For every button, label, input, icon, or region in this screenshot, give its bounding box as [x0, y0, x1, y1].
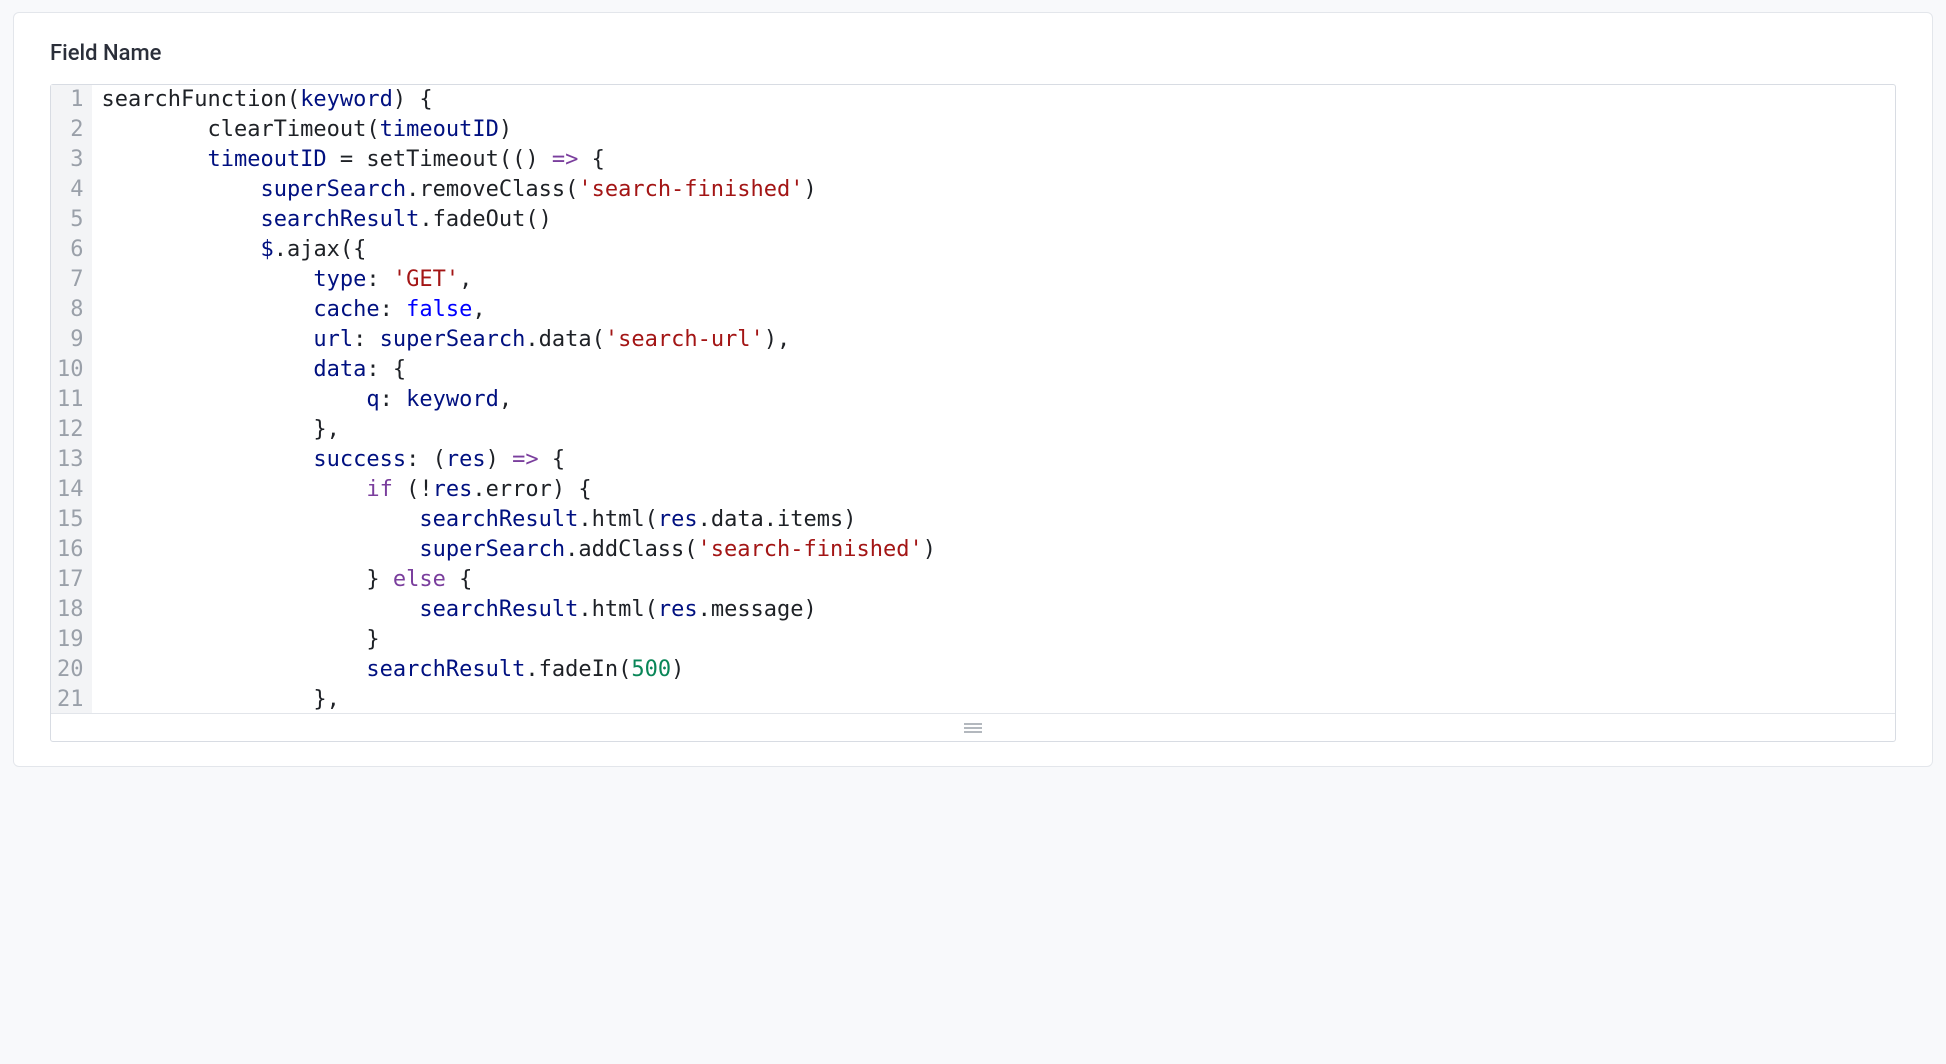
code-line[interactable]: 8 cache: false, — [51, 295, 1895, 325]
code-content[interactable]: searchResult.fadeOut() — [92, 205, 1896, 235]
code-line[interactable]: 5 searchResult.fadeOut() — [51, 205, 1895, 235]
line-number: 20 — [51, 655, 92, 685]
code-editor[interactable]: 1searchFunction(keyword) {2 clearTimeout… — [50, 84, 1896, 742]
code-line[interactable]: 20 searchResult.fadeIn(500) — [51, 655, 1895, 685]
code-line[interactable]: 9 url: superSearch.data('search-url'), — [51, 325, 1895, 355]
line-number: 16 — [51, 535, 92, 565]
line-number: 11 — [51, 385, 92, 415]
resize-handle[interactable] — [51, 713, 1895, 741]
code-table: 1searchFunction(keyword) {2 clearTimeout… — [51, 85, 1895, 713]
line-number: 7 — [51, 265, 92, 295]
code-line[interactable]: 19 } — [51, 625, 1895, 655]
code-content[interactable]: searchFunction(keyword) { — [92, 85, 1896, 115]
line-number: 2 — [51, 115, 92, 145]
code-line[interactable]: 18 searchResult.html(res.message) — [51, 595, 1895, 625]
code-content[interactable]: $.ajax({ — [92, 235, 1896, 265]
line-number: 1 — [51, 85, 92, 115]
code-content[interactable]: data: { — [92, 355, 1896, 385]
code-content[interactable]: } — [92, 625, 1896, 655]
code-content[interactable]: searchResult.fadeIn(500) — [92, 655, 1896, 685]
line-number: 4 — [51, 175, 92, 205]
code-line[interactable]: 11 q: keyword, — [51, 385, 1895, 415]
code-line[interactable]: 1searchFunction(keyword) { — [51, 85, 1895, 115]
line-number: 15 — [51, 505, 92, 535]
line-number: 18 — [51, 595, 92, 625]
line-number: 19 — [51, 625, 92, 655]
code-line[interactable]: 4 superSearch.removeClass('search-finish… — [51, 175, 1895, 205]
code-content[interactable]: cache: false, — [92, 295, 1896, 325]
code-content[interactable]: type: 'GET', — [92, 265, 1896, 295]
line-number: 13 — [51, 445, 92, 475]
code-content[interactable]: }, — [92, 685, 1896, 713]
line-number: 8 — [51, 295, 92, 325]
code-line[interactable]: 10 data: { — [51, 355, 1895, 385]
line-number: 17 — [51, 565, 92, 595]
code-content[interactable]: superSearch.addClass('search-finished') — [92, 535, 1896, 565]
code-line[interactable]: 21 }, — [51, 685, 1895, 713]
code-line[interactable]: 7 type: 'GET', — [51, 265, 1895, 295]
code-content[interactable]: searchResult.html(res.data.items) — [92, 505, 1896, 535]
code-content[interactable]: }, — [92, 415, 1896, 445]
code-content[interactable]: superSearch.removeClass('search-finished… — [92, 175, 1896, 205]
code-line[interactable]: 6 $.ajax({ — [51, 235, 1895, 265]
code-line[interactable]: 15 searchResult.html(res.data.items) — [51, 505, 1895, 535]
code-editor-scroll[interactable]: 1searchFunction(keyword) {2 clearTimeout… — [51, 85, 1895, 713]
code-line[interactable]: 14 if (!res.error) { — [51, 475, 1895, 505]
code-content[interactable]: clearTimeout(timeoutID) — [92, 115, 1896, 145]
line-number: 9 — [51, 325, 92, 355]
code-content[interactable]: if (!res.error) { — [92, 475, 1896, 505]
code-content[interactable]: } else { — [92, 565, 1896, 595]
line-number: 10 — [51, 355, 92, 385]
line-number: 5 — [51, 205, 92, 235]
line-number: 6 — [51, 235, 92, 265]
drag-icon — [964, 723, 982, 733]
line-number: 3 — [51, 145, 92, 175]
code-content[interactable]: url: superSearch.data('search-url'), — [92, 325, 1896, 355]
code-line[interactable]: 12 }, — [51, 415, 1895, 445]
form-card: Field Name 1searchFunction(keyword) {2 c… — [13, 12, 1933, 767]
code-content[interactable]: q: keyword, — [92, 385, 1896, 415]
line-number: 14 — [51, 475, 92, 505]
code-line[interactable]: 13 success: (res) => { — [51, 445, 1895, 475]
field-label: Field Name — [50, 41, 1896, 66]
code-content[interactable]: searchResult.html(res.message) — [92, 595, 1896, 625]
code-content[interactable]: success: (res) => { — [92, 445, 1896, 475]
line-number: 12 — [51, 415, 92, 445]
code-content[interactable]: timeoutID = setTimeout(() => { — [92, 145, 1896, 175]
code-line[interactable]: 2 clearTimeout(timeoutID) — [51, 115, 1895, 145]
code-line[interactable]: 3 timeoutID = setTimeout(() => { — [51, 145, 1895, 175]
line-number: 21 — [51, 685, 92, 713]
code-line[interactable]: 17 } else { — [51, 565, 1895, 595]
code-line[interactable]: 16 superSearch.addClass('search-finished… — [51, 535, 1895, 565]
